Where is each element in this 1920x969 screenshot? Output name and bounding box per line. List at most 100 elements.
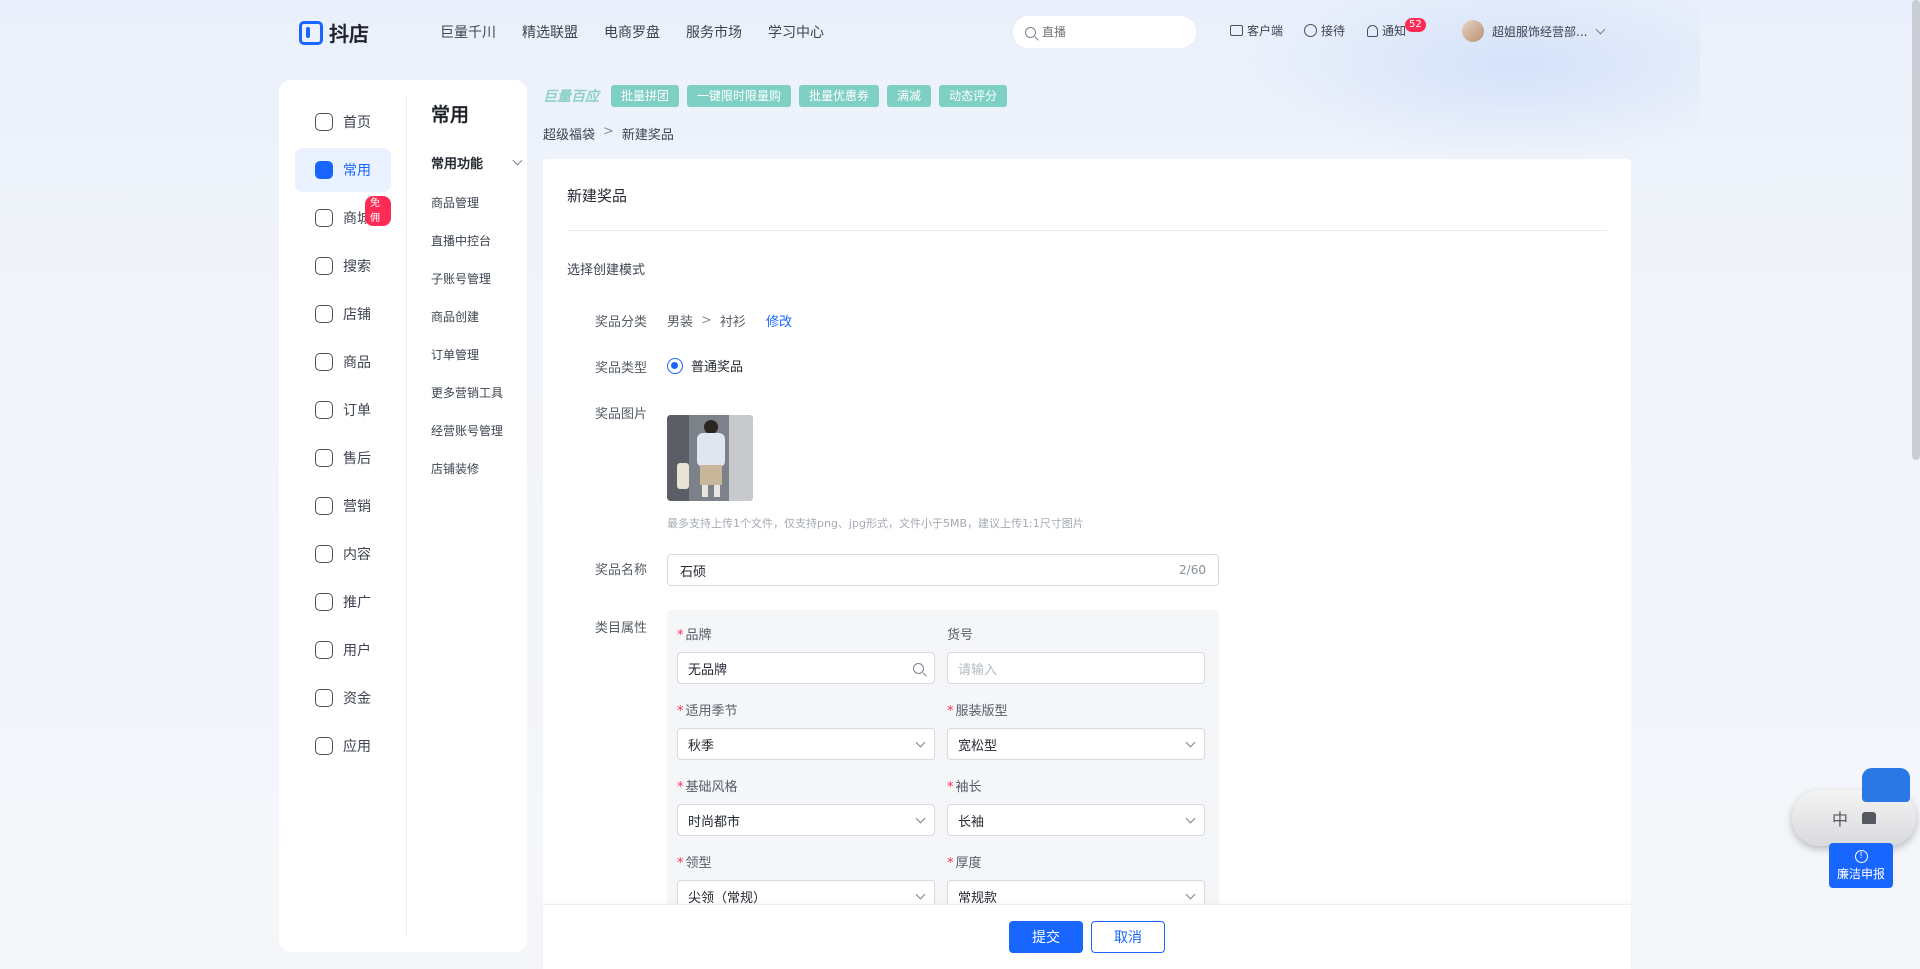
edit-category-link[interactable]: 修改 bbox=[766, 311, 792, 330]
cancel-button[interactable]: 取消 bbox=[1091, 921, 1165, 953]
common-icon bbox=[315, 161, 333, 179]
topnav-link[interactable]: 精选联盟 bbox=[522, 22, 578, 42]
collar-field-label: * 领型 bbox=[677, 852, 935, 872]
ime-indicator: 中 bbox=[1831, 810, 1848, 829]
thickness-field: * 厚度 常规款 bbox=[947, 852, 1205, 910]
style-select[interactable]: 时尚都市 bbox=[677, 804, 935, 836]
fit-select[interactable]: 宽松型 bbox=[947, 728, 1205, 760]
sidebar-item-search[interactable]: 搜索 bbox=[295, 244, 391, 288]
secondary-nav-item[interactable]: 订单管理 bbox=[431, 346, 521, 384]
season-field: * 适用季节 秋季 bbox=[677, 700, 935, 760]
global-search[interactable] bbox=[1013, 16, 1196, 48]
sleeve-select[interactable]: 长袖 bbox=[947, 804, 1205, 836]
apps-icon bbox=[315, 737, 333, 755]
breadcrumb-parent[interactable]: 超级福袋 bbox=[543, 124, 595, 143]
reception-button[interactable]: 接待 bbox=[1304, 22, 1345, 39]
create-prize-form: 新建奖品 选择创建模式 奖品分类 男装 > 衬衫 修改 奖品类型 普通奖品 奖品… bbox=[543, 159, 1631, 969]
tool-chip[interactable]: 动态评分 bbox=[939, 85, 1008, 107]
style-field-label: * 基础风格 bbox=[677, 776, 935, 796]
required-mark: * bbox=[677, 780, 684, 795]
sidebar-item-content[interactable]: 内容 bbox=[295, 532, 391, 576]
season-field-label: * 适用季节 bbox=[677, 700, 935, 720]
season-value: 秋季 bbox=[688, 738, 715, 754]
prize-name-field[interactable]: 2/60 bbox=[667, 554, 1219, 586]
page-title: 新建奖品 bbox=[567, 187, 628, 205]
chevron-down-icon bbox=[512, 155, 523, 166]
secondary-nav-group[interactable]: 常用功能 bbox=[431, 153, 523, 172]
tool-chip[interactable]: 一键限时限量购 bbox=[687, 85, 792, 107]
required-mark: * bbox=[677, 704, 684, 719]
field-label-text: 品牌 bbox=[685, 628, 712, 643]
secondary-nav-item[interactable]: 子账号管理 bbox=[431, 270, 521, 308]
secondary-nav-item[interactable]: 经营账号管理 bbox=[431, 422, 521, 460]
avatar bbox=[1462, 20, 1484, 42]
sidebar-item-label: 常用 bbox=[343, 163, 371, 179]
submit-button[interactable]: 提交 bbox=[1009, 921, 1083, 953]
sidebar-item-orders[interactable]: 订单 bbox=[295, 388, 391, 432]
secondary-nav-item[interactable]: 店铺装修 bbox=[431, 460, 521, 498]
tool-chip[interactable]: 批量优惠券 bbox=[799, 85, 880, 107]
search-icon bbox=[913, 662, 924, 674]
chevron-down-icon bbox=[915, 889, 926, 899]
type-radio[interactable]: 普通奖品 bbox=[667, 356, 743, 375]
group-label: 常用功能 bbox=[431, 157, 484, 172]
prize-name-input[interactable] bbox=[680, 562, 1160, 578]
brand-select[interactable]: 无品牌 bbox=[677, 652, 935, 684]
attributes-label: 类目属性 bbox=[595, 621, 648, 636]
page-scrollbar[interactable] bbox=[1912, 0, 1920, 460]
sidebar-item-funds[interactable]: 资金 bbox=[295, 676, 391, 720]
secondary-nav-item[interactable]: 更多营销工具 bbox=[431, 384, 521, 422]
chevron-right-icon: > bbox=[701, 313, 712, 328]
radio-checked-icon[interactable] bbox=[667, 357, 683, 374]
topnav-link[interactable]: 学习中心 bbox=[768, 22, 824, 42]
sidebar-item-shop[interactable]: 店铺 bbox=[295, 292, 391, 336]
style-field: * 基础风格 时尚都市 bbox=[677, 776, 935, 836]
topnav-link[interactable]: 电商罗盘 bbox=[604, 22, 660, 42]
secondary-nav-item[interactable]: 商品管理 bbox=[431, 194, 521, 232]
client-button[interactable]: 客户端 bbox=[1230, 22, 1283, 39]
plane-icon bbox=[315, 593, 333, 611]
sidebar-item-mall[interactable]: 商城 免佣 bbox=[295, 196, 391, 240]
collar-field: * 领型 尖领（常规） bbox=[677, 852, 935, 910]
search-input[interactable] bbox=[1042, 25, 1172, 39]
mall-icon bbox=[315, 209, 333, 227]
sku-input[interactable]: 请输入 bbox=[947, 652, 1205, 684]
required-mark: * bbox=[677, 856, 684, 871]
integrity-report-button[interactable]: ! 廉洁申报 bbox=[1829, 843, 1893, 888]
sidebar-item-common[interactable]: 常用 bbox=[295, 148, 391, 192]
tool-chip[interactable]: 批量拼团 bbox=[611, 85, 680, 107]
prize-image-thumbnail[interactable] bbox=[667, 415, 753, 501]
secondary-nav-title: 常用 bbox=[431, 104, 470, 126]
thickness-field-label: * 厚度 bbox=[947, 852, 1205, 872]
account-menu[interactable]: 超姐服饰经营部... bbox=[1462, 20, 1606, 42]
sidebar-item-products[interactable]: 商品 bbox=[295, 340, 391, 384]
megaphone-icon bbox=[315, 497, 333, 515]
sidebar-item-promotion[interactable]: 推广 bbox=[295, 580, 391, 624]
field-label-text: 厚度 bbox=[955, 856, 982, 871]
char-counter: 2/60 bbox=[1179, 563, 1206, 577]
top-navigation-bar: 抖店 巨量千川 精选联盟 电商罗盘 服务市场 学习中心 客户端 接待 通知 52… bbox=[0, 0, 1920, 64]
sidebar-item-label: 用户 bbox=[343, 643, 371, 659]
sidebar-item-apps[interactable]: 应用 bbox=[295, 724, 391, 768]
sidebar-item-home[interactable]: 首页 bbox=[295, 100, 391, 144]
im-assistant-widget[interactable]: 中 bbox=[1792, 768, 1916, 846]
chevron-down-icon bbox=[1185, 737, 1196, 747]
topnav-link[interactable]: 巨量千川 bbox=[440, 22, 496, 42]
robot-icon bbox=[1862, 768, 1910, 802]
required-mark: * bbox=[947, 856, 954, 871]
sidebar-item-users[interactable]: 用户 bbox=[295, 628, 391, 672]
season-select[interactable]: 秋季 bbox=[677, 728, 935, 760]
notify-button[interactable]: 通知 52 bbox=[1367, 18, 1426, 39]
chevron-down-icon bbox=[915, 813, 926, 823]
brand-logo[interactable]: 抖店 bbox=[299, 18, 369, 47]
sleeve-field: * 袖长 长袖 bbox=[947, 776, 1205, 836]
secondary-nav-item[interactable]: 直播中控台 bbox=[431, 232, 521, 270]
sidebar-item-aftersale[interactable]: 售后 bbox=[295, 436, 391, 480]
topnav-link[interactable]: 服务市场 bbox=[686, 22, 742, 42]
top-nav-links: 巨量千川 精选联盟 电商罗盘 服务市场 学习中心 bbox=[440, 22, 824, 42]
collar-value: 尖领（常规） bbox=[688, 890, 767, 906]
tool-chip[interactable]: 满减 bbox=[887, 85, 932, 107]
secondary-nav-item[interactable]: 商品创建 bbox=[431, 308, 521, 346]
wallet-icon bbox=[315, 689, 333, 707]
sidebar-item-marketing[interactable]: 营销 bbox=[295, 484, 391, 528]
